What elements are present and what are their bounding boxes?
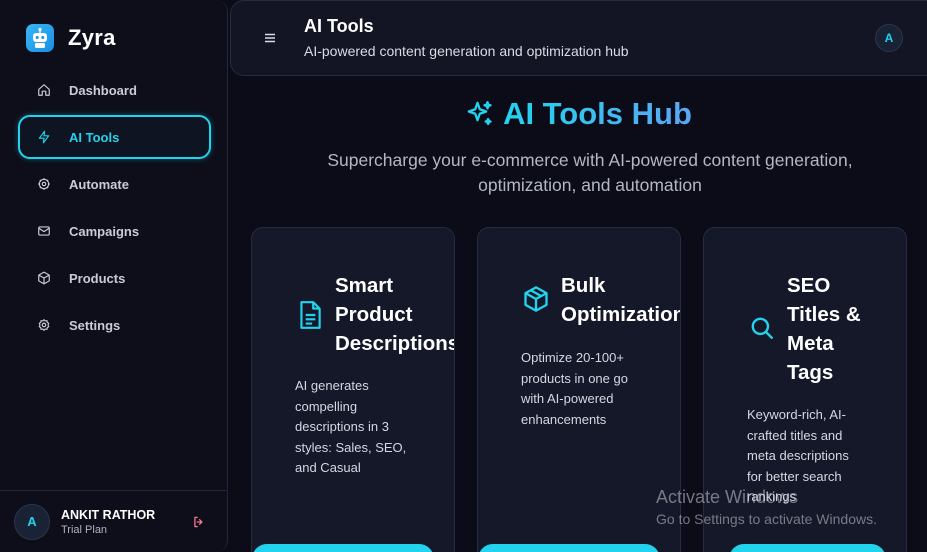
gear-icon <box>38 178 50 190</box>
top-header: AI Tools AI-powered content generation a… <box>230 0 927 76</box>
card-action-button[interactable] <box>252 544 434 552</box>
cube-icon <box>522 285 550 318</box>
sidebar-item-settings[interactable]: Settings <box>18 303 211 347</box>
header-avatar[interactable]: A <box>875 24 903 52</box>
card-title: Bulk Optimization <box>561 274 681 326</box>
user-name: ANKIT RATHOR <box>61 507 156 522</box>
watermark-subtitle: Go to Settings to activate Windows. <box>656 511 877 527</box>
card-description: AI generates compelling descriptions in … <box>295 378 407 475</box>
settings-icon <box>38 318 50 332</box>
hero-heading: AI Tools Hub <box>0 96 927 132</box>
menu-button[interactable] <box>263 31 277 50</box>
card-title: Smart Product Descriptions <box>335 274 455 355</box>
sidebar-item-campaigns[interactable]: Campaigns <box>18 209 211 253</box>
page-title: AI Tools <box>304 16 374 36</box>
sparkles-icon <box>467 101 492 126</box>
search-icon <box>749 315 775 346</box>
sidebar-item-label: Settings <box>69 317 121 333</box>
robot-icon <box>26 24 54 52</box>
tool-card-product-descriptions[interactable]: Smart Product Descriptions AI generates … <box>251 227 455 552</box>
hero-subtitle-line1: Supercharge your e-commerce with AI-powe… <box>327 150 853 170</box>
brand-name: Zyra <box>68 25 116 50</box>
avatar[interactable]: A <box>14 503 50 540</box>
card-description: Optimize 20-100+ products in one go with… <box>521 350 628 427</box>
card-action-button[interactable] <box>478 544 660 552</box>
tool-card-bulk-optimization[interactable]: Bulk Optimization Optimize 20-100+ produ… <box>477 227 681 552</box>
watermark-title: Activate Windows <box>656 487 799 507</box>
home-icon <box>38 84 50 96</box>
user-plan: Trial Plan <box>61 523 108 536</box>
mail-icon <box>38 226 50 236</box>
user-profile: A ANKIT RATHOR Trial Plan <box>0 490 228 552</box>
page-subtitle: AI-powered content generation and optimi… <box>304 43 629 59</box>
sidebar-item-label: Campaigns <box>69 223 140 239</box>
sidebar-item-products[interactable]: Products <box>18 256 211 300</box>
hamburger-icon <box>265 33 275 43</box>
lightning-icon <box>38 130 50 144</box>
hero-subtitle-line2: optimization, and automation <box>478 175 702 195</box>
document-icon <box>297 300 323 335</box>
sidebar-item-label: Products <box>69 270 126 286</box>
box-icon <box>38 271 50 285</box>
card-title: SEO Titles & Meta Tags <box>787 274 861 384</box>
brand[interactable]: Zyra <box>26 24 116 52</box>
hero-title: AI Tools Hub <box>503 96 692 131</box>
card-action-button[interactable] <box>729 544 886 552</box>
logout-icon <box>194 516 203 528</box>
sidebar-item-automate[interactable]: Automate <box>18 162 211 206</box>
logout-button[interactable] <box>192 515 206 534</box>
sidebar: Zyra Dashboard AI Tools Automate Campaig… <box>0 0 228 552</box>
hero-subtitle: Supercharge your e-commerce with AI-powe… <box>230 148 927 198</box>
sidebar-item-label: Automate <box>69 176 129 192</box>
